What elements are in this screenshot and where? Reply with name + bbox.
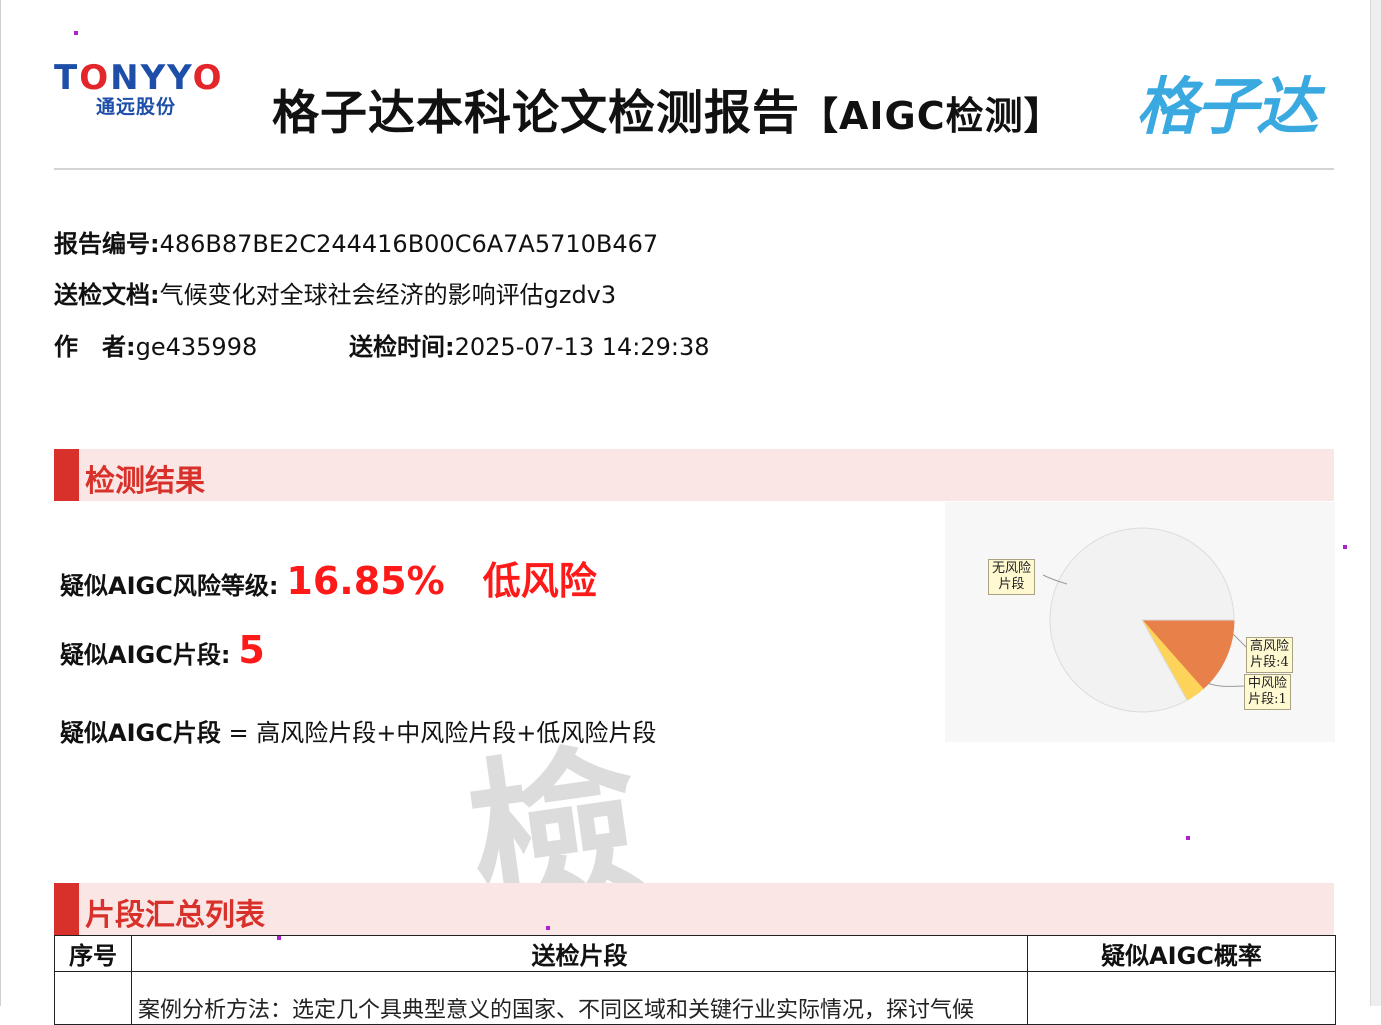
row-segment: 案例分析方法：选定几个具典型意义的国家、不同区域和关键行业实际情况，探讨气候 [131,971,1028,1025]
header-divider [54,168,1334,170]
pie-label-high-risk: 高风险 片段:4 [1246,637,1294,673]
risk-percentage: 16.85% [286,559,445,603]
section-segment-list: 片段汇总列表 [54,883,1334,935]
artifact-dot [277,936,281,940]
tonyyo-logo: TONYYO 通远股份 [54,60,246,122]
submission-time: 送检时间:2025-07-13 14:29:38 [349,333,710,361]
page-edge-right [1370,0,1381,1006]
section-title: 片段汇总列表 [85,898,265,933]
table-header-row: 序号 送检片段 疑似AIGC概率 [54,935,1336,972]
segment-count: 5 [238,628,265,672]
segment-summary-table: 序号 送检片段 疑似AIGC概率 案例分析方法：选定几个具典型意义的国家、不同区… [54,935,1336,1025]
aigc-segment-formula: 疑似AIGC片段 = 高风险片段+中风险片段+低风险片段 [60,719,657,747]
submitted-document: 送检文档:气候变化对全球社会经济的影响评估gzdv3 [54,281,617,309]
gezida-logo: 格子达 [1136,70,1318,143]
section-title: 检测结果 [85,464,205,499]
row-index [54,971,132,1025]
pie-leader-medium-risk [1206,682,1246,687]
table-row: 案例分析方法：选定几个具典型意义的国家、不同区域和关键行业实际情况，探讨气候 [54,971,1336,1025]
author: 作 者:ge435998 [54,333,258,361]
risk-pie-chart: 无风险 片段 高风险 片段:4 中风险 片段:1 [945,502,1335,742]
page-edge-left [0,0,1,1006]
report-title: 格子达本科论文检测报告【AIGC检测】 [272,86,1063,141]
risk-level-badge: 低风险 [482,559,597,603]
artifact-dot [1343,545,1347,549]
pie-label-medium-risk: 中风险 片段:1 [1244,674,1292,710]
artifact-dot [546,926,550,930]
section-detection-results: 检测结果 [54,449,1334,501]
report-number: 报告编号:486B87BE2C244416B00C6A7A5710B467 [54,230,659,258]
artifact-dot [74,31,78,35]
section-accent [54,883,79,935]
aigc-risk-level: 疑似AIGC风险等级: 16.85% 低风险 [60,559,597,603]
tonyyo-logo-subtitle: 通远股份 [96,96,177,118]
tonyyo-logo-wordmark: TONYYO [54,58,224,98]
artifact-dot [1186,836,1190,840]
header-index: 序号 [54,935,132,972]
section-accent [54,449,79,501]
aigc-segment-count: 疑似AIGC片段: 5 [60,628,265,672]
pie-label-no-risk: 无风险 片段 [988,559,1036,595]
header-aigc-probability: 疑似AIGC概率 [1027,935,1336,972]
pie-leader-high-risk [1232,633,1248,649]
row-probability [1027,971,1336,1025]
header-segment: 送检片段 [131,935,1028,972]
